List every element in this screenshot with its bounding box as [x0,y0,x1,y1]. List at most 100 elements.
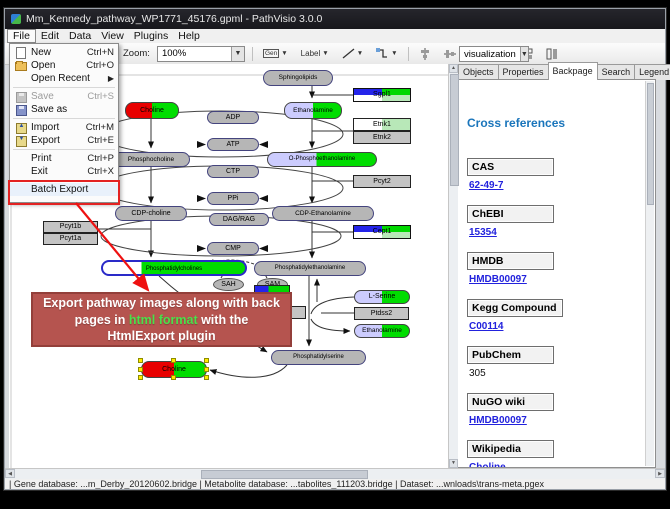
menu-item-import[interactable]: ImportCtrl+M [10,121,118,134]
side-panel: ObjectsPropertiesBackpageSearchLegend Cr… [454,64,656,468]
menu-item-print[interactable]: PrintCtrl+P [10,152,118,165]
menu-data[interactable]: Data [64,30,96,43]
common-height-button[interactable] [543,45,562,63]
selection-handle[interactable] [138,367,143,372]
align-middle-button[interactable] [441,45,459,63]
window-title: Mm_Kennedy_pathway_WP1771_45176.gpml - P… [26,13,322,25]
tab-legend[interactable]: Legend [634,64,670,80]
chevron-down-icon[interactable]: ▼ [520,47,528,61]
chevron-down-icon[interactable]: ▼ [391,50,397,57]
menu-bar: FileEditDataViewPluginsHelp [5,29,665,44]
annotation-line2: pages in [75,313,129,327]
node-label: Etnk2 [354,132,410,143]
menu-help[interactable]: Help [173,30,205,43]
pathway-node-atp[interactable]: ATP [207,138,259,151]
pathway-node-phosphatidylethanolamine[interactable]: Phosphatidylethanolamine [254,261,366,276]
tab-objects[interactable]: Objects [458,64,499,80]
scrollbar-thumb[interactable] [201,470,368,479]
xref-link[interactable]: C00114 [469,321,503,332]
menu-file[interactable]: File [7,29,36,43]
pathway-node-pcyt2[interactable]: Pcyt2 [353,175,411,188]
tab-search[interactable]: Search [597,64,636,80]
gene-node-tool-button[interactable]: Gen ▼ [260,45,291,63]
chevron-down-icon[interactable]: ▼ [322,50,328,57]
scroll-up-icon[interactable]: ▲ [449,64,458,73]
xref-link[interactable]: 62-49-7 [469,180,503,191]
menu-item-open[interactable]: OpenCtrl+O [10,59,118,72]
pathway-node-sah[interactable]: SAH [213,278,244,291]
toolbar-separator [408,47,409,61]
annotation-line2-end: with the [198,313,249,327]
xref-link[interactable]: HMDB00097 [469,415,527,426]
menu-item-label: Export [31,135,87,146]
chevron-down-icon[interactable]: ▼ [357,50,363,57]
pathway-node-phosphatidylcholines[interactable]: Phosphatidylcholines [101,260,247,276]
menu-item-exit[interactable]: ExitCtrl+X [10,165,118,178]
scroll-down-icon[interactable]: ▼ [449,459,458,468]
selection-handle[interactable] [138,358,143,363]
pathway-node-ethanolamine[interactable]: Ethanolamine [284,102,342,119]
pathway-node-etnk2[interactable]: Etnk2 [353,131,411,144]
pathway-node-ethanolamine[interactable]: Ethanolamine [354,324,410,338]
selection-handle[interactable] [204,367,209,372]
pathway-node-phosphocholine[interactable]: Phosphocholine [112,152,190,167]
menu-icon-placeholder [14,73,27,84]
zoom-combobox[interactable]: 100% ▼ [157,46,245,62]
sidebar-vertical-scrollbar[interactable] [645,81,654,466]
pathway-node-cept1[interactable]: Cept1 [353,225,411,239]
chevron-down-icon[interactable]: ▼ [231,47,244,61]
selection-handle[interactable] [171,375,176,380]
pathway-node-pcyt1b[interactable]: Pcyt1b [43,221,98,233]
pathway-node-adp[interactable]: ADP [207,111,259,124]
menu-item-save[interactable]: SaveCtrl+S [10,90,118,103]
align-center-button[interactable] [416,45,434,63]
scroll-right-icon[interactable]: ▶ [655,469,665,478]
menu-shortcut: Ctrl+M [86,122,114,133]
menu-item-save-as[interactable]: Save as [10,103,118,116]
menu-item-new[interactable]: NewCtrl+N [10,46,118,59]
xref-link[interactable]: 15354 [469,227,497,238]
connector-tool-button[interactable]: ▼ [373,45,400,63]
pathway-node-ctp[interactable]: CTP [207,165,259,178]
tab-properties[interactable]: Properties [498,64,549,80]
horizontal-scrollbar[interactable]: ◀ ▶ [5,468,665,479]
pathway-node-pcyt1a[interactable]: Pcyt1a [43,233,98,245]
scrollbar-thumb[interactable] [647,83,654,205]
menu-plugins[interactable]: Plugins [129,30,173,43]
pathway-node-ptdss2[interactable]: Ptdss2 [354,307,409,320]
title-bar[interactable]: Mm_Kennedy_pathway_WP1771_45176.gpml - P… [5,9,665,29]
selection-handle[interactable] [204,358,209,363]
node-label: O-Phosphoethanolamine [268,153,376,166]
canvas-vertical-scrollbar[interactable]: ▲ ▼ [448,64,458,468]
pathway-node-sgpl1[interactable]: Sgpl1 [353,88,411,102]
node-label: CTP [208,166,258,177]
pathway-node-o-phosphoethanolamine[interactable]: O-Phosphoethanolamine [267,152,377,167]
pathway-node-choline[interactable]: Choline [125,102,179,119]
menu-edit[interactable]: Edit [36,30,64,43]
tab-backpage[interactable]: Backpage [548,62,598,80]
scrollbar-thumb[interactable] [450,74,459,186]
menu-item-export[interactable]: ExportCtrl+E [10,134,118,147]
selection-handle[interactable] [204,375,209,380]
pathway-node-ppi[interactable]: PPi [207,192,259,205]
page-icon [14,47,27,58]
menu-item-open-recent[interactable]: Open Recent▶ [10,72,118,85]
visualization-combobox[interactable]: visualization ▼ [459,46,529,62]
pathway-node-dag-rag[interactable]: DAG/RAG [209,213,269,226]
pathway-node-cdp-ethanolamine[interactable]: CDP-Ethanolamine [272,206,374,221]
scroll-left-icon[interactable]: ◀ [5,469,15,478]
xref-link[interactable]: HMDB00097 [469,274,527,285]
pathway-node-cdp-choline[interactable]: CDP-choline [115,206,187,221]
line-tool-button[interactable]: ▼ [339,45,366,63]
pathway-node-sphingolipids[interactable]: Sphingolipids [263,70,333,86]
label-tool-button[interactable]: Label ▼ [298,45,332,63]
menu-view[interactable]: View [96,30,129,43]
selection-handle[interactable] [171,358,176,363]
pathway-node-cmp[interactable]: CMP [207,242,259,255]
xref-source-header: Wikipedia [467,440,554,458]
chevron-down-icon[interactable]: ▼ [281,50,287,57]
selection-handle[interactable] [138,375,143,380]
pathway-node-phosphatidylserine[interactable]: Phosphatidylserine [271,350,366,365]
pathway-node-l-serine[interactable]: L-Serine [354,290,410,304]
pathway-node-etnk1[interactable]: Etnk1 [353,118,411,131]
